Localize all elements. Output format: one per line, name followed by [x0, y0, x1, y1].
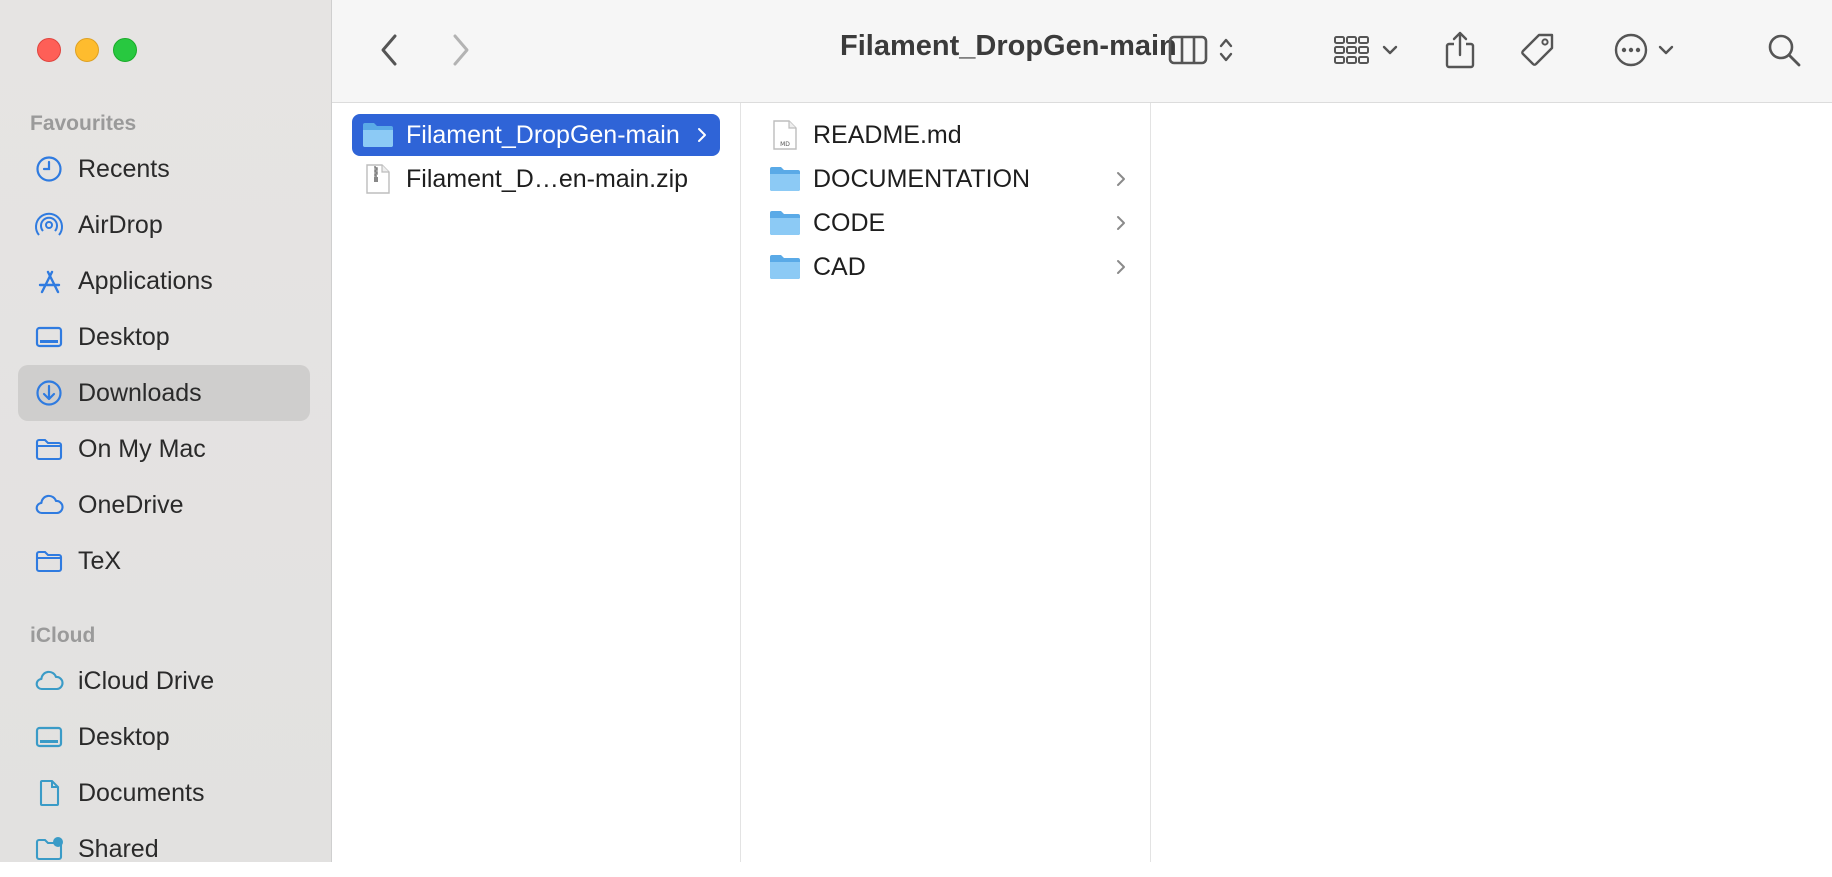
chevron-down-icon [1381, 44, 1399, 56]
svg-text:MD: MD [780, 141, 790, 148]
chevron-right-icon [1115, 258, 1127, 276]
chevron-down-icon [1657, 44, 1675, 56]
document-icon [34, 778, 64, 808]
sidebar-item-label: Downloads [78, 378, 202, 407]
list-item-readme[interactable]: MD README.md [769, 114, 1139, 156]
shared-folder-icon [34, 834, 64, 864]
sidebar-item-label: Recents [78, 154, 170, 183]
ellipsis-circle-icon [1613, 32, 1649, 68]
sidebar-item-label: Applications [78, 266, 213, 295]
sidebar-item-label: On My Mac [78, 434, 206, 463]
chevron-updown-icon [1218, 35, 1234, 65]
cloud-icon [34, 666, 64, 696]
close-window-button[interactable] [37, 38, 61, 62]
cloud-icon [34, 490, 64, 520]
toolbar: Filament_DropGen-main [332, 0, 1832, 103]
zip-file-icon [362, 163, 394, 195]
search-button[interactable] [1764, 30, 1804, 70]
list-item-filament-zip[interactable]: Filament_D…en-main.zip [352, 158, 720, 200]
clock-icon [34, 154, 64, 184]
folder-icon [769, 207, 801, 239]
minimize-window-button[interactable] [75, 38, 99, 62]
folder-icon [362, 119, 394, 151]
favourites-section-title: Favourites [30, 112, 137, 135]
search-icon [1766, 32, 1802, 68]
icloud-section-title: iCloud [30, 624, 96, 647]
sidebar-item-airdrop[interactable]: AirDrop [18, 197, 310, 253]
list-item-code[interactable]: CODE [769, 202, 1139, 244]
share-button[interactable] [1440, 30, 1480, 70]
forward-button[interactable] [446, 30, 476, 70]
folder-icon [34, 546, 64, 576]
sidebar-item-icloud-desktop[interactable]: Desktop [18, 709, 310, 765]
item-name: CAD [813, 252, 866, 281]
item-name: Filament_D…en-main.zip [406, 164, 689, 193]
column-view-icon [1168, 34, 1208, 66]
sidebar-item-on-my-mac[interactable]: On My Mac [18, 421, 310, 477]
view-mode-button[interactable] [1156, 30, 1246, 70]
sidebar-item-label: Desktop [78, 322, 170, 351]
sidebar-item-label: Shared [78, 834, 159, 863]
sidebar-item-onedrive[interactable]: OneDrive [18, 477, 310, 533]
folder-icon [34, 434, 64, 464]
sidebar-item-label: Desktop [78, 722, 170, 751]
download-icon [34, 378, 64, 408]
browser-column-3[interactable] [1151, 103, 1832, 862]
item-name: CODE [813, 208, 886, 237]
sidebar-item-label: OneDrive [78, 490, 184, 519]
sidebar-item-icloud-drive[interactable]: iCloud Drive [18, 653, 310, 709]
sidebar-item-label: iCloud Drive [78, 666, 215, 695]
chevron-right-icon [696, 126, 708, 144]
md-file-icon: MD [769, 119, 801, 151]
chevron-right-icon [1115, 214, 1127, 232]
chevron-left-icon [379, 33, 399, 67]
back-button[interactable] [374, 30, 404, 70]
sidebar-item-desktop[interactable]: Desktop [18, 309, 310, 365]
more-actions-button[interactable] [1606, 30, 1682, 70]
desktop-icon [34, 722, 64, 752]
chevron-right-icon [1115, 170, 1127, 188]
sidebar-item-label: AirDrop [78, 210, 163, 239]
sidebar-item-label: Documents [78, 778, 205, 807]
folder-icon [769, 251, 801, 283]
list-item-filament-dropgen-main[interactable]: Filament_DropGen-main [352, 114, 720, 156]
browser-column-1: Filament_DropGen-main Filament_D…en-main… [332, 103, 741, 862]
list-item-cad[interactable]: CAD [769, 246, 1139, 288]
chevron-right-icon [451, 33, 471, 67]
item-name: DOCUMENTATION [813, 164, 1031, 193]
grid-group-icon [1333, 34, 1371, 66]
item-name: Filament_DropGen-main [406, 120, 680, 149]
sidebar-item-applications[interactable]: Applications [18, 253, 310, 309]
sidebar-item-label: TeX [78, 546, 122, 575]
folder-icon [769, 163, 801, 195]
airdrop-icon [34, 210, 64, 240]
zoom-window-button[interactable] [113, 38, 137, 62]
group-by-button[interactable] [1330, 30, 1402, 70]
tag-button[interactable] [1518, 30, 1558, 70]
sidebar-item-documents[interactable]: Documents [18, 765, 310, 821]
applications-icon [34, 266, 64, 296]
tag-icon [1519, 31, 1557, 69]
item-name: README.md [813, 120, 962, 149]
sidebar-item-recents[interactable]: Recents [18, 141, 310, 197]
share-icon [1443, 30, 1477, 70]
sidebar-item-tex[interactable]: TeX [18, 533, 310, 589]
window-controls [37, 38, 137, 62]
window-title: Filament_DropGen-main [840, 30, 1177, 62]
list-item-documentation[interactable]: DOCUMENTATION [769, 158, 1139, 200]
sidebar-item-downloads[interactable]: Downloads [18, 365, 310, 421]
sidebar: Favourites Recents AirDrop Applications … [0, 0, 332, 863]
browser-column-2: MD README.md DOCUMENTATION CODE CAD [741, 103, 1151, 862]
desktop-icon [34, 322, 64, 352]
sidebar-item-shared[interactable]: Shared [18, 821, 310, 877]
